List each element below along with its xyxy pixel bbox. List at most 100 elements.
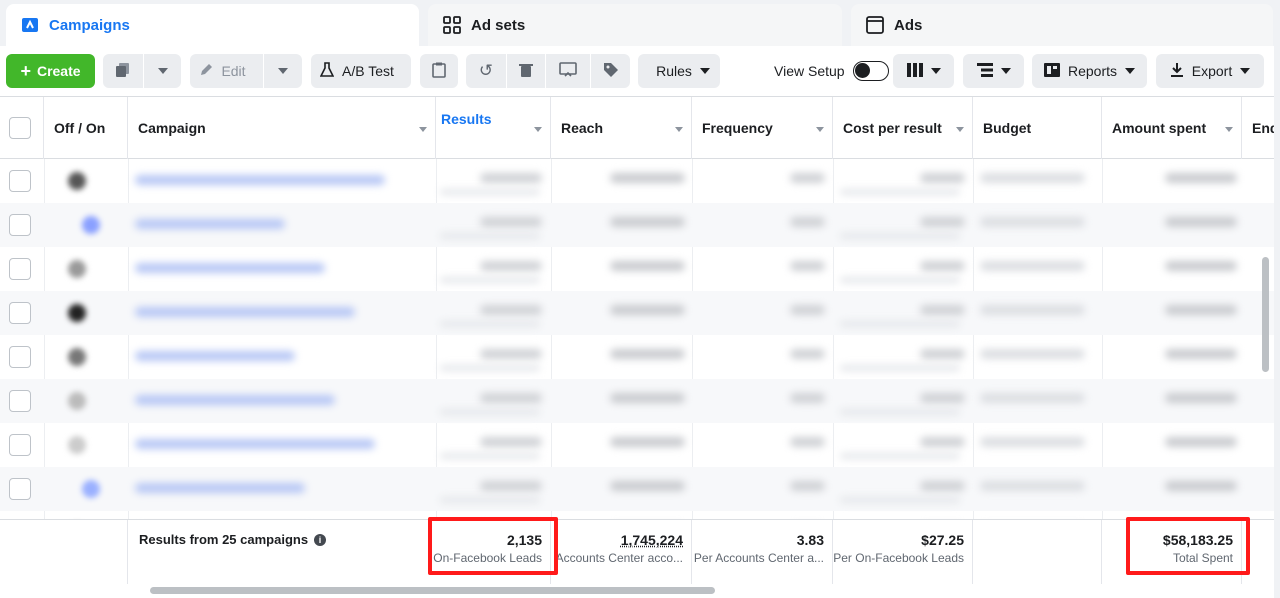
frequency-redacted [790,481,825,491]
cost-redacted [920,393,965,403]
sort-icon [1225,127,1233,132]
cost-redacted [920,261,965,271]
column-budget[interactable]: Budget [973,97,1102,159]
budget-redacted [980,173,1085,183]
status-toggle[interactable] [68,260,86,278]
row-checkbox[interactable] [9,478,31,500]
tab-ads[interactable]: Ads [851,4,1273,46]
edit-button[interactable]: Edit [190,54,263,88]
table-row[interactable] [0,291,1274,335]
cost-sub-redacted [840,189,960,195]
status-toggle[interactable] [68,392,86,410]
summary-reach: 1,745,224 Accounts Center acco... [551,520,692,584]
tag-icon [603,62,619,81]
frequency-redacted [790,393,825,403]
table-row[interactable] [0,423,1274,467]
column-off-on[interactable]: Off / On [44,97,128,159]
columns-button[interactable] [893,54,954,88]
column-results[interactable]: Results [436,97,551,159]
table-row[interactable] [0,247,1274,291]
cost-sub-redacted [840,233,960,239]
status-toggle[interactable] [82,480,100,498]
status-toggle[interactable] [68,436,86,454]
delete-button[interactable] [507,54,545,88]
tag-button[interactable] [591,54,630,88]
campaign-name-redacted [135,175,385,185]
tab-label: Ad sets [471,16,526,34]
budget-redacted [980,305,1085,315]
edit-dropdown[interactable] [264,54,302,88]
export-label: Export [1191,63,1233,79]
status-toggle[interactable] [68,304,86,322]
reports-button[interactable]: Reports [1032,54,1147,88]
row-checkbox[interactable] [9,258,31,280]
rules-button[interactable]: Rules [638,54,720,88]
status-toggle[interactable] [82,216,100,234]
row-checkbox[interactable] [9,346,31,368]
horizontal-scrollbar[interactable] [150,587,715,594]
tab-campaigns[interactable]: Campaigns [6,4,419,46]
status-toggle[interactable] [68,172,86,190]
tab-label: Ads [894,16,923,34]
results-sub-redacted [440,189,540,195]
campaign-name-redacted [135,219,285,229]
clipboard-button[interactable] [420,54,458,88]
duplicate-dropdown[interactable] [144,54,181,88]
column-reach[interactable]: Reach [551,97,692,159]
clipboard-icon [432,62,446,81]
reports-icon [1043,62,1060,80]
view-setup: View Setup [774,54,889,88]
table-row[interactable] [0,203,1274,247]
column-campaign[interactable]: Campaign [128,97,436,159]
reach-redacted [610,173,685,183]
breakdown-button[interactable] [963,54,1024,88]
row-checkbox[interactable] [9,434,31,456]
select-all-checkbox[interactable] [9,117,31,139]
table-row[interactable] [0,159,1274,203]
status-toggle[interactable] [68,348,86,366]
table-row[interactable] [0,467,1274,511]
results-sub-redacted [440,233,540,239]
undo-button[interactable]: ↺ [466,54,506,88]
duplicate-button[interactable] [103,54,143,88]
summary-budget [973,520,1102,584]
table-row[interactable] [0,379,1274,423]
column-frequency[interactable]: Frequency [692,97,833,159]
campaigns-table: Off / On Campaign Results Reach Frequenc… [0,96,1274,598]
ad-window-icon [865,15,885,35]
vertical-scrollbar[interactable] [1262,257,1269,372]
tab-ad-sets[interactable]: Ad sets [428,4,842,46]
column-cost-per-result[interactable]: Cost per result [833,97,973,159]
campaign-name-redacted [135,263,325,273]
frequency-redacted [790,261,825,271]
chevron-down-icon [699,68,710,74]
object-tabs: Campaigns Ad sets Ads [0,0,1280,46]
info-icon[interactable]: i [314,533,327,546]
column-ends[interactable]: End [1242,97,1274,159]
results-highlight-box [428,517,558,575]
create-label: Create [36,63,81,79]
spent-redacted [1165,349,1237,359]
preview-button[interactable] [546,54,590,88]
table-row[interactable] [0,335,1274,379]
frequency-redacted [790,305,825,315]
ab-test-label: A/B Test [342,63,394,79]
frequency-redacted [790,349,825,359]
view-setup-toggle[interactable] [852,61,889,81]
row-checkbox[interactable] [9,390,31,412]
row-checkbox[interactable] [9,214,31,236]
column-amount-spent[interactable]: Amount spent [1102,97,1242,159]
create-button[interactable]: + Create [6,54,95,88]
row-checkbox[interactable] [9,170,31,192]
cost-sub-redacted [840,453,960,459]
reach-redacted [610,261,685,271]
budget-redacted [980,437,1085,447]
pencil-icon [199,63,213,80]
results-sub-redacted [440,409,540,415]
chevron-down-icon [930,68,941,74]
rules-label: Rules [656,63,692,79]
export-button[interactable]: Export [1156,54,1264,88]
row-checkbox[interactable] [9,302,31,324]
campaign-name-redacted [135,395,335,405]
ab-test-button[interactable]: A/B Test [311,54,411,88]
